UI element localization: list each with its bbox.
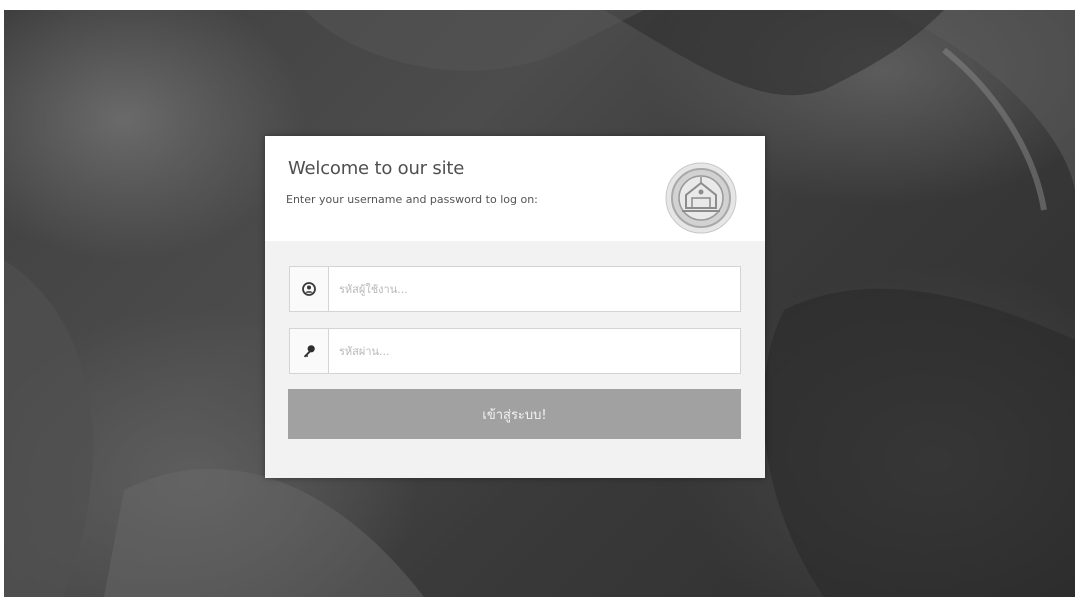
login-card: Welcome to our site Enter your username … [265, 136, 765, 478]
login-button[interactable]: เข้าสู่ระบบ! [288, 389, 741, 439]
password-field [289, 328, 741, 374]
page-title: Welcome to our site [288, 158, 465, 179]
username-field [289, 266, 741, 312]
password-input[interactable] [329, 329, 739, 373]
login-instructions: Enter your username and password to log … [286, 193, 538, 206]
login-page: Welcome to our site Enter your username … [0, 0, 1075, 597]
key-icon [290, 329, 329, 373]
user-icon [290, 267, 329, 311]
emblem-logo [665, 162, 737, 234]
username-input[interactable] [329, 267, 739, 311]
login-header: Welcome to our site Enter your username … [265, 136, 765, 241]
